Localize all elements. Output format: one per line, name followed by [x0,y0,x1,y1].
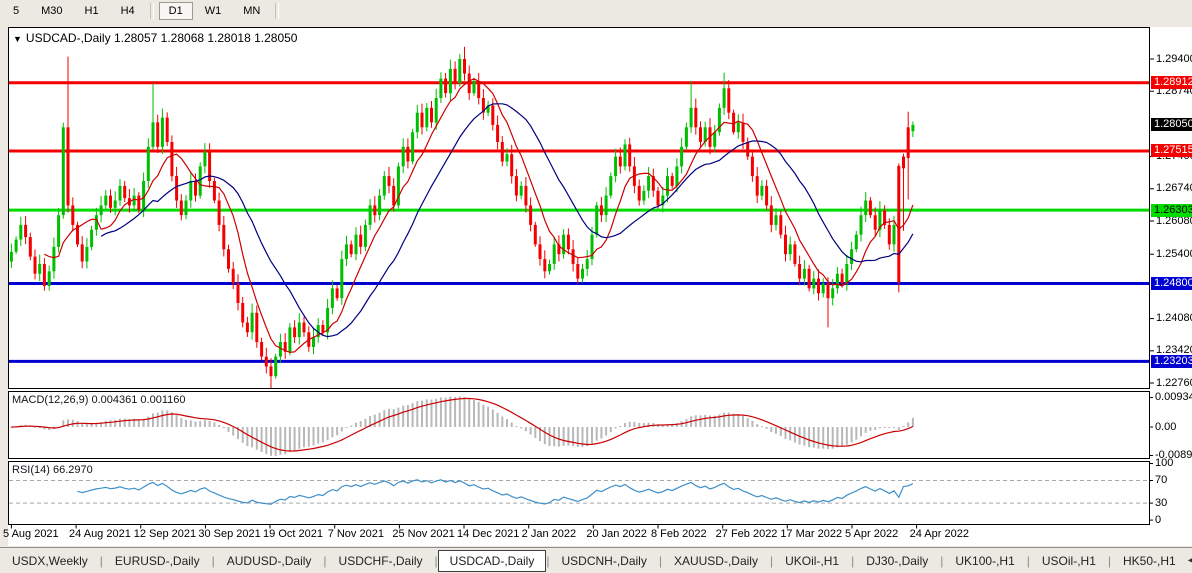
price-level-badge: 1.23203 [1151,355,1192,368]
date-axis-label: 5 Apr 2022 [845,528,898,540]
rsi-current-value: 66.2970 [53,464,93,476]
chart-tab-usdcad[interactable]: USDCAD-,Daily [438,550,547,572]
chart-tab-usdchf[interactable]: USDCHF-,Daily [327,550,435,572]
date-axis-label: 17 Mar 2022 [780,528,842,540]
chart-tab-dj30[interactable]: DJ30-,Daily [854,550,940,572]
chart-tab-usdx[interactable]: USDX,Weekly [0,550,100,572]
chart-tab-usoil[interactable]: USOil-,H1 [1030,550,1108,572]
rsi-indicator-label: RSI(14) 66.2970 [12,464,93,476]
date-axis-label: 20 Jan 2022 [586,528,647,540]
current-price-badge: 1.28050 [1151,118,1192,131]
rsi-axis-tick: 100 [1155,457,1173,469]
date-axis-label: 14 Dec 2021 [457,528,519,540]
chart-tab-hk50[interactable]: HK50-,H1 [1111,550,1188,572]
date-axis-label: 27 Feb 2022 [716,528,778,540]
price-chart-canvas[interactable] [0,0,1192,573]
date-axis-label: 25 Nov 2021 [392,528,454,540]
price-axis-tick: 1.29400 [1156,53,1192,65]
price-level-badge: 1.28912 [1151,76,1192,89]
date-axis-label: 5 Aug 2021 [3,528,59,540]
rsi-axis-tick: 30 [1155,497,1167,509]
rsi-axis-tick: 70 [1155,474,1167,486]
price-axis-tick: 1.24080 [1156,312,1192,324]
date-axis-label: 19 Oct 2021 [263,528,323,540]
macd-current-values: 0.004361 0.001160 [91,394,185,406]
chart-ohlc-values: 1.28057 1.28068 1.28018 1.28050 [114,31,298,45]
date-axis-label: 2 Jan 2022 [522,528,576,540]
rsi-name: RSI(14) [12,464,50,476]
chart-title: ▼ USDCAD-,Daily 1.28057 1.28068 1.28018 1… [13,31,297,45]
price-level-badge: 1.27515 [1151,144,1192,157]
price-axis-tick: 1.22760 [1156,377,1192,389]
price-axis-tick: 1.26740 [1156,182,1192,194]
date-axis-label: 12 Sep 2021 [134,528,196,540]
chart-tab-audusd[interactable]: AUDUSD-,Daily [215,550,324,572]
symbol-dropdown-icon[interactable]: ▼ [13,34,22,44]
date-axis-label: 24 Apr 2022 [910,528,969,540]
price-level-badge: 1.26303 [1151,204,1192,217]
chart-symbol-label: USDCAD-,Daily [26,31,111,45]
macd-indicator-label: MACD(12,26,9) 0.004361 0.001160 [12,394,185,406]
date-axis-label: 7 Nov 2021 [328,528,384,540]
chart-tab-uk100[interactable]: UK100-,H1 [943,550,1026,572]
rsi-axis-tick: 0 [1155,514,1161,526]
tab-scroll-arrows[interactable]: ◂ ▸ [1188,555,1192,566]
date-axis-label: 24 Aug 2021 [69,528,131,540]
chart-tab-ukoil[interactable]: UKOil-,H1 [773,550,851,572]
chart-window: ▼ USDCAD-,Daily 1.28057 1.28068 1.28018 1… [0,0,1192,573]
chart-tab-xauusd[interactable]: XAUUSD-,Daily [662,550,770,572]
chart-tab-usdcnh[interactable]: USDCNH-,Daily [549,550,658,572]
macd-axis-tick: 0.00 [1155,421,1176,433]
price-axis-tick: 1.25400 [1156,248,1192,260]
date-axis-label: 30 Sep 2021 [198,528,260,540]
chart-tab-eurusd[interactable]: EURUSD-,Daily [103,550,212,572]
price-level-badge: 1.24800 [1151,277,1192,290]
macd-axis-tick: 0.009345 [1155,391,1192,403]
chart-tabs-bar: USDX,Weekly|EURUSD-,Daily|AUDUSD-,Daily|… [0,547,1192,573]
macd-name: MACD(12,26,9) [12,394,88,406]
date-axis-label: 8 Feb 2022 [651,528,707,540]
